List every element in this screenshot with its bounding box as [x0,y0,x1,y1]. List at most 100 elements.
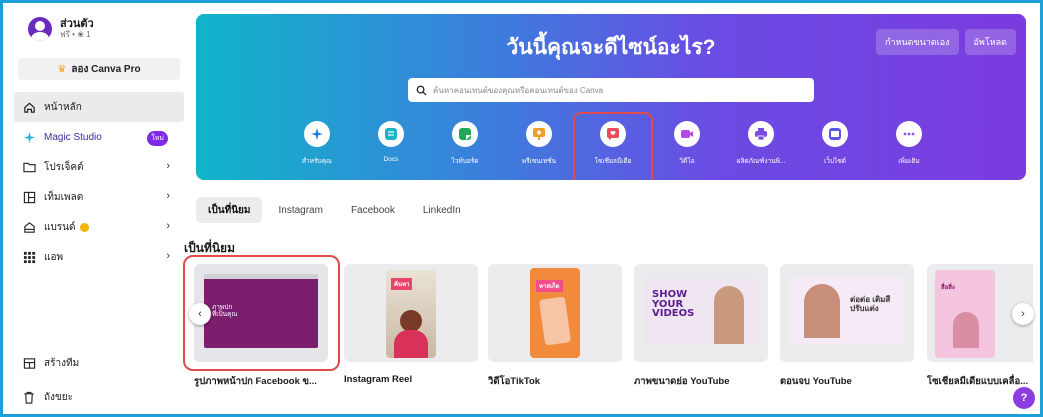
chevron-left-icon: ‹ [198,308,202,320]
account-name: ส่วนตัว [60,18,94,31]
chevron-right-icon: › [1021,308,1025,320]
sidebar-item-home[interactable]: หน้าหลัก [14,92,184,122]
search-icon [416,85,427,96]
print-icon [748,121,774,147]
person-body [394,330,428,358]
category-print-products[interactable]: ผลิตภัณฑ์งานพิ... [726,121,796,166]
person-photo [804,284,840,338]
sidebar-item-create-team[interactable]: สร้างทีม [14,346,184,380]
sidebar-item-trash[interactable]: ถังขยะ [14,380,184,414]
tiktok-preview: หาสเก็ต [530,268,580,358]
team-icon [22,356,36,370]
home-icon [22,100,36,114]
carousel-prev-button[interactable]: ‹ [189,303,211,325]
card-youtube-thumbnail[interactable]: SHOW YOUR VIDEOS ภาพขนาดย่อ YouTube [634,264,768,389]
category-whiteboard[interactable]: ไวท์บอร์ด [430,121,500,166]
account-info: ส่วนตัว ฟรี • ❀ 1 [60,18,94,39]
chevron-right-icon: › [166,190,170,202]
hero-banner: วันนี้คุณจะดีไซน์อะไร? กำหนดขนาดเอง อัพโ… [196,14,1026,180]
tab-linkedin[interactable]: LinkedIn [411,197,473,223]
card-thumbnail: SHOW YOUR VIDEOS [634,264,768,362]
thumb-text: ค้นหา [391,278,413,290]
category-label: ไวท์บอร์ด [451,158,479,165]
magic-sparkle-icon [22,130,36,144]
thumb-text: หาสเก็ต [536,280,563,292]
card-thumbnail: หาสเก็ต [488,264,622,362]
sidebar-bottom: สร้างทีม ถังขยะ [10,346,184,414]
docs-icon [378,121,404,147]
highlight-social-media [573,112,653,180]
tab-instagram[interactable]: Instagram [266,197,334,223]
sidebar-item-templates[interactable]: เท็มเพลต › [14,182,184,212]
category-for-you[interactable]: สำหรับคุณ [282,121,352,166]
person-photo [714,286,744,344]
upload-button[interactable]: อัพโหลด [964,29,1016,55]
category-label: พรีเซนเทชั่น [521,158,557,165]
sidebar-nav: หน้าหลัก Magic Studio ใหม่ โปรเจ็คต์ › เ… [10,92,186,272]
reel-preview: ค้นหา [386,270,436,358]
category-label: เพิ่มเติม [898,158,920,165]
sparkle-icon [304,121,330,147]
chevron-right-icon: › [166,220,170,232]
category-more[interactable]: เพิ่มเติม [874,121,944,166]
account-switcher[interactable]: ส่วนตัว ฟรี • ❀ 1 [10,10,186,48]
animated-preview: สื่อสิ่ง [935,270,995,358]
sidebar-item-apps[interactable]: แอพ › [14,242,184,272]
account-plan: ฟรี • ❀ 1 [60,29,91,39]
sidebar-item-label: หน้าหลัก [44,101,82,113]
card-youtube-end-screen[interactable]: ต่อต่อ เติมสี ปรับแต่ง ตอนจบ YouTube [780,264,914,389]
thumb-text: สื่อสิ่ง [941,285,955,291]
sidebar-item-label: โปรเจ็คต์ [44,161,84,173]
sidebar-item-label: แอพ [44,251,64,263]
search-bar[interactable] [408,78,814,102]
card-tiktok-video[interactable]: หาสเก็ต วิดีโอTikTok [488,264,622,389]
try-pro-label: ลอง Canva Pro [71,63,141,75]
category-website[interactable]: เว็บไซต์ [800,121,870,166]
card-animated-social[interactable]: สื่อสิ่ง โซเชียลมีเดียแบบเคลื่อ... [927,264,1033,389]
search-input[interactable] [433,85,793,95]
tab-facebook[interactable]: Facebook [339,197,407,223]
phone-graphic [538,296,572,346]
card-label: ตอนจบ YouTube [780,376,852,387]
category-video[interactable]: วิดีโอ [652,121,722,166]
sidebar-item-label: Magic Studio [44,131,102,143]
avatar [28,17,52,41]
category-docs[interactable]: Docs [356,121,426,163]
templates-icon [22,190,36,204]
sidebar-item-label: แบรนด์ [44,221,76,233]
tab-popular[interactable]: เป็นที่นิยม [196,197,263,223]
category-presentation[interactable]: พรีเซนเทชั่น [504,121,574,166]
video-icon [674,121,700,147]
category-label: วิดีโอ [679,158,695,165]
chevron-right-icon: › [166,250,170,262]
try-pro-button[interactable]: ♛ ลอง Canva Pro [18,58,180,80]
sidebar: ส่วนตัว ฟรี • ❀ 1 ♛ ลอง Canva Pro หน้าหล… [10,10,186,410]
new-badge: ใหม่ [147,131,168,146]
presentation-icon [526,121,552,147]
chevron-right-icon: › [166,160,170,172]
hero-actions: กำหนดขนาดเอง อัพโหลด [876,29,1016,55]
premium-crown-icon [79,222,89,232]
card-label: โซเชียลมีเดียแบบเคลื่อ... [927,376,1029,387]
sidebar-item-brand[interactable]: แบรนด์ › [14,212,184,242]
card-label: รูปภาพหน้าปก Facebook ข... [194,376,317,387]
custom-size-button[interactable]: กำหนดขนาดเอง [876,29,959,55]
thumb-text: ต่อต่อ เติมสี ปรับแต่ง [850,295,891,313]
more-icon [896,121,922,147]
folder-icon [22,160,36,174]
category-label: Docs [383,156,399,163]
carousel-next-button[interactable]: › [1012,303,1034,325]
person-photo [400,310,422,332]
trash-icon [22,390,36,404]
sidebar-item-label: เท็มเพลต [44,191,84,203]
card-thumbnail: ค้นหา [344,264,478,362]
sidebar-item-magic-studio[interactable]: Magic Studio ใหม่ [14,122,184,152]
help-button[interactable]: ? [1013,387,1035,409]
sidebar-item-projects[interactable]: โปรเจ็คต์ › [14,152,184,182]
website-icon [822,121,848,147]
category-label: เว็บไซต์ [824,158,846,165]
apps-grid-icon [22,250,36,264]
sidebar-item-label: สร้างทีม [44,357,80,369]
brand-icon [22,220,36,234]
card-instagram-reel[interactable]: ค้นหา Instagram Reel [344,264,478,385]
